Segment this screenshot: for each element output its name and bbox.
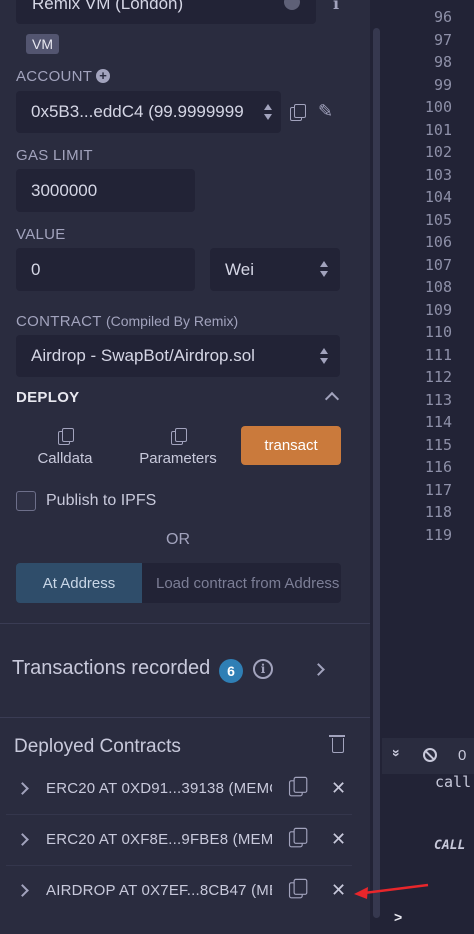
line-number: 113 — [424, 390, 452, 409]
calldata-label: Calldata — [37, 450, 93, 467]
load-contract-address-input[interactable]: Load contract from Address — [142, 563, 341, 603]
gas-limit-input[interactable]: 3000000 — [16, 169, 195, 212]
line-number: 97 — [433, 30, 452, 49]
line-number: 119 — [424, 525, 452, 544]
line-number: 99 — [433, 75, 452, 94]
deployed-contracts-title: Deployed Contracts — [14, 736, 181, 757]
line-number: 103 — [424, 165, 452, 184]
copy-account-icon[interactable] — [290, 104, 306, 121]
transactions-count-badge: 6 — [219, 659, 243, 683]
parameters-label: Parameters — [139, 450, 217, 467]
deploy-title: DEPLOY — [16, 389, 80, 406]
environment-value: Remix VM (London) — [32, 0, 184, 13]
line-number: 112 — [424, 368, 452, 386]
deployed-contract-row[interactable]: AIRDROP AT 0X7EF...8CB47 (MEMORY) ✕ — [0, 867, 352, 915]
edit-account-icon[interactable]: ✎ — [318, 101, 333, 122]
line-number: 100 — [424, 98, 452, 116]
copy-contract-address-icon[interactable] — [288, 878, 308, 899]
section-divider — [0, 623, 370, 624]
deployed-contract-name: AIRDROP AT 0X7EF...8CB47 (MEMORY) — [46, 882, 272, 899]
contract-updown-icon — [320, 348, 329, 364]
line-number: 110 — [424, 323, 452, 341]
at-address-button[interactable]: At Address — [16, 563, 142, 603]
terminal-prompt[interactable]: > — [394, 909, 402, 925]
vm-badge: VM — [26, 34, 59, 54]
account-value: 0x5B3...eddC4 (99.9999999 — [31, 102, 244, 121]
line-number: 115 — [424, 435, 452, 454]
row-separator — [6, 865, 352, 866]
contract-sublabel: (Compiled By Remix) — [105, 313, 239, 329]
expand-contract-chevron-icon[interactable] — [16, 884, 29, 897]
row-separator — [6, 814, 352, 815]
account-updown-icon — [264, 104, 273, 120]
or-label: OR — [166, 531, 190, 548]
value-amount: 0 — [31, 259, 41, 279]
expand-contract-chevron-icon[interactable] — [16, 782, 29, 795]
expand-contract-chevron-icon[interactable] — [16, 833, 29, 846]
copy-contract-address-icon[interactable] — [288, 776, 308, 797]
transactions-info-icon[interactable]: i — [253, 659, 273, 679]
transactions-recorded-label[interactable]: Transactions recorded — [12, 657, 210, 680]
line-number: 101 — [424, 120, 452, 139]
line-number: 104 — [424, 188, 452, 206]
remove-contract-close-icon[interactable]: ✕ — [331, 778, 346, 799]
environment-info-icon[interactable]: i — [333, 0, 339, 13]
account-select[interactable]: 0x5B3...eddC4 (99.9999999 — [16, 91, 281, 133]
gas-limit-label: GAS LIMIT — [16, 147, 93, 164]
line-number: 114 — [424, 413, 452, 431]
contract-select[interactable]: Airdrop - SwapBot/Airdrop.sol — [16, 335, 340, 377]
parameters-button[interactable]: Parameters — [136, 428, 220, 467]
line-number: 118 — [424, 503, 452, 521]
line-number: 108 — [424, 278, 452, 296]
add-account-icon[interactable]: + — [96, 69, 110, 83]
line-number: 111 — [424, 345, 452, 364]
publish-ipfs-label: Publish to IPFS — [46, 492, 157, 509]
account-label: ACCOUNT — [16, 68, 93, 85]
terminal-log-call: call — [435, 773, 472, 791]
clear-deployed-trash-icon[interactable] — [329, 735, 345, 753]
line-number: 105 — [424, 210, 452, 229]
line-number: 96 — [433, 8, 452, 26]
contract-label: CONTRACT (Compiled By Remix) — [16, 313, 238, 330]
deployed-contract-name: ERC20 AT 0XF8E...9FBE8 (MEMORY) — [46, 831, 272, 848]
line-number: 109 — [424, 300, 452, 319]
line-number: 106 — [424, 233, 452, 251]
calldata-copy-icon — [58, 428, 74, 445]
collapse-terminal-icon[interactable]: » — [389, 749, 405, 757]
calldata-button[interactable]: Calldata — [30, 428, 100, 467]
copy-contract-address-icon[interactable] — [288, 827, 308, 848]
publish-ipfs-checkbox[interactable] — [16, 491, 36, 511]
line-number: 116 — [424, 458, 452, 476]
line-number: 117 — [424, 480, 452, 499]
value-unit-updown-icon — [320, 261, 329, 277]
panel-scrollbar-thumb[interactable] — [373, 28, 380, 918]
deployed-contract-name: ERC20 AT 0XD91...39138 (MEMORY) — [46, 780, 272, 797]
transact-button[interactable]: transact — [241, 426, 341, 465]
line-number: 102 — [424, 143, 452, 161]
deployed-contract-row[interactable]: ERC20 AT 0XD91...39138 (MEMORY) ✕ — [0, 765, 352, 813]
section-divider-2 — [0, 717, 370, 718]
terminal-pending-count: 0 — [458, 747, 467, 764]
value-input[interactable]: 0 — [16, 248, 195, 291]
parameters-copy-icon — [171, 428, 187, 445]
clear-terminal-icon[interactable] — [423, 748, 437, 762]
remove-contract-close-icon[interactable]: ✕ — [331, 829, 346, 850]
gas-limit-value: 3000000 — [31, 180, 98, 200]
line-number: 98 — [433, 53, 452, 71]
value-unit: Wei — [225, 259, 254, 279]
contract-label-text: CONTRACT — [16, 313, 102, 330]
terminal-log-call-label: CALL — [434, 838, 466, 853]
value-label: VALUE — [16, 226, 66, 243]
line-number: 107 — [424, 255, 452, 274]
deployed-contract-row[interactable]: ERC20 AT 0XF8E...9FBE8 (MEMORY) ✕ — [0, 816, 352, 864]
contract-selected: Airdrop - SwapBot/Airdrop.sol — [31, 346, 255, 365]
remove-contract-close-icon[interactable]: ✕ — [331, 880, 346, 901]
red-annotation-arrow-icon — [354, 883, 429, 899]
